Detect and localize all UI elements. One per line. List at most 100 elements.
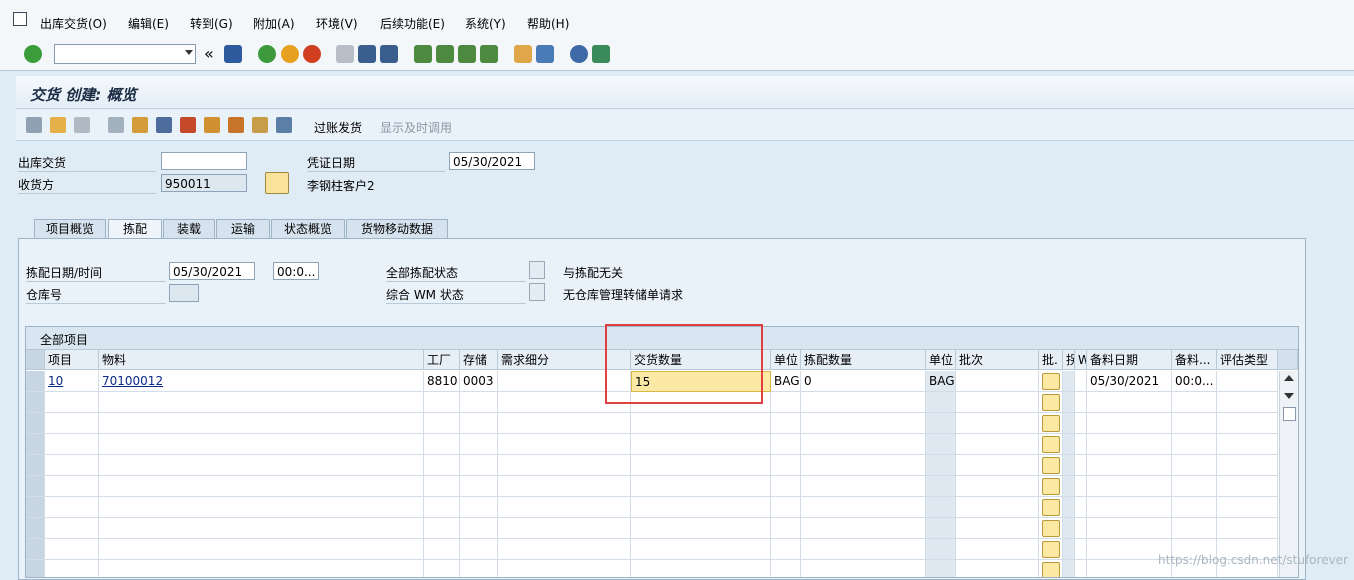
col-picked-quantity[interactable]: 拣配数量 [801, 350, 926, 370]
empty-cell[interactable] [1075, 539, 1087, 560]
empty-cell[interactable] [801, 476, 926, 497]
unit-cell[interactable]: BAG [771, 371, 801, 392]
tab-transport[interactable]: 运输 [216, 219, 270, 239]
batch-split-button[interactable] [1042, 499, 1060, 516]
empty-cell[interactable] [1039, 455, 1063, 476]
empty-cell[interactable] [460, 476, 498, 497]
empty-cell[interactable] [460, 518, 498, 539]
first-page-icon[interactable] [414, 45, 432, 63]
empty-cell[interactable] [45, 560, 99, 577]
col-material[interactable]: 物料 [99, 350, 424, 370]
empty-cell[interactable] [1087, 392, 1172, 413]
menu-help[interactable]: 帮助(H) [527, 15, 569, 32]
empty-cell[interactable] [498, 434, 631, 455]
overall-wm-status-field[interactable] [529, 283, 545, 301]
empty-cell[interactable] [460, 392, 498, 413]
empty-cell[interactable] [771, 392, 801, 413]
empty-cell[interactable] [1075, 476, 1087, 497]
create-icon[interactable] [50, 117, 66, 133]
empty-cell[interactable] [99, 476, 424, 497]
empty-cell[interactable] [1063, 413, 1075, 434]
empty-cell[interactable] [424, 497, 460, 518]
empty-cell[interactable] [424, 518, 460, 539]
layout-menu-icon[interactable] [592, 45, 610, 63]
empty-cell[interactable] [956, 539, 1039, 560]
help-icon[interactable] [570, 45, 588, 63]
empty-cell[interactable] [926, 560, 956, 577]
empty-cell[interactable] [99, 455, 424, 476]
empty-cell[interactable] [1172, 392, 1217, 413]
empty-cell[interactable] [801, 392, 926, 413]
empty-cell[interactable] [1063, 434, 1075, 455]
empty-cell[interactable] [99, 392, 424, 413]
vertical-scrollbar[interactable] [1279, 371, 1298, 577]
col-pick-flag[interactable]: 拐 [1063, 350, 1075, 370]
empty-cell[interactable] [801, 455, 926, 476]
last-page-icon[interactable] [480, 45, 498, 63]
tab-goods-movement-data[interactable]: 货物移动数据 [346, 219, 448, 239]
empty-cell[interactable] [1039, 392, 1063, 413]
previous-page-icon[interactable] [436, 45, 454, 63]
col-unit-2[interactable]: 单位 [926, 350, 956, 370]
exit-icon[interactable] [281, 45, 299, 63]
empty-cell[interactable] [956, 518, 1039, 539]
display-timely-button[interactable]: 显示及时调用 [380, 119, 452, 136]
picked-quantity-cell[interactable]: 0 [801, 371, 926, 392]
empty-cell[interactable] [631, 476, 771, 497]
empty-cell[interactable] [1172, 476, 1217, 497]
picking-date-field[interactable]: 05/30/2021 [169, 262, 255, 280]
batch-split-button[interactable] [1042, 436, 1060, 453]
empty-cell[interactable] [926, 392, 956, 413]
shortcut-icon[interactable] [536, 45, 554, 63]
empty-cell[interactable] [1172, 434, 1217, 455]
tab-loading[interactable]: 装载 [163, 219, 215, 239]
empty-cell[interactable] [631, 413, 771, 434]
empty-cell[interactable] [801, 413, 926, 434]
empty-cell[interactable] [1063, 539, 1075, 560]
empty-cell[interactable] [1172, 413, 1217, 434]
col-unit[interactable]: 单位 [771, 350, 801, 370]
empty-cell[interactable] [45, 539, 99, 560]
empty-cell[interactable] [1217, 455, 1278, 476]
empty-cell[interactable] [926, 413, 956, 434]
empty-cell[interactable] [99, 518, 424, 539]
empty-cell[interactable] [1087, 455, 1172, 476]
empty-cell[interactable] [631, 518, 771, 539]
empty-cell[interactable] [1039, 476, 1063, 497]
empty-cell[interactable] [631, 560, 771, 577]
batch-split-button[interactable] [1042, 394, 1060, 411]
empty-cell[interactable] [926, 434, 956, 455]
empty-cell[interactable] [460, 413, 498, 434]
system-menu-icon[interactable] [13, 12, 27, 26]
row-selector[interactable] [26, 455, 45, 476]
empty-cell[interactable] [771, 518, 801, 539]
batch-split-button[interactable] [1042, 562, 1060, 577]
empty-cell[interactable] [631, 497, 771, 518]
col-availability-time[interactable]: 备料... [1172, 350, 1217, 370]
empty-cell[interactable] [1075, 518, 1087, 539]
empty-cell[interactable] [45, 455, 99, 476]
copy-icon[interactable] [108, 117, 124, 133]
empty-cell[interactable] [498, 413, 631, 434]
scroll-up-icon[interactable] [1284, 375, 1294, 381]
empty-cell[interactable] [45, 476, 99, 497]
batch-split-button[interactable] [1042, 373, 1060, 390]
empty-cell[interactable] [1039, 497, 1063, 518]
menu-goto[interactable]: 转到(G) [190, 15, 233, 32]
material-number[interactable]: 70100012 [99, 371, 424, 392]
col-batch[interactable]: 批次 [956, 350, 1039, 370]
empty-cell[interactable] [926, 539, 956, 560]
tab-picking[interactable]: 拣配 [108, 219, 162, 240]
edit-glasses-icon[interactable] [26, 117, 42, 133]
empty-cell[interactable] [424, 392, 460, 413]
storage-cell[interactable]: 0003 [460, 371, 498, 392]
availability-time-cell[interactable]: 00:0... [1172, 371, 1217, 392]
ship-to-field[interactable]: 950011 [161, 174, 247, 192]
warehouse-field[interactable] [169, 284, 199, 302]
empty-cell[interactable] [498, 539, 631, 560]
output-icon[interactable] [180, 117, 196, 133]
find-icon[interactable] [358, 45, 376, 63]
empty-cell[interactable] [771, 539, 801, 560]
empty-cell[interactable] [926, 455, 956, 476]
empty-cell[interactable] [956, 560, 1039, 577]
